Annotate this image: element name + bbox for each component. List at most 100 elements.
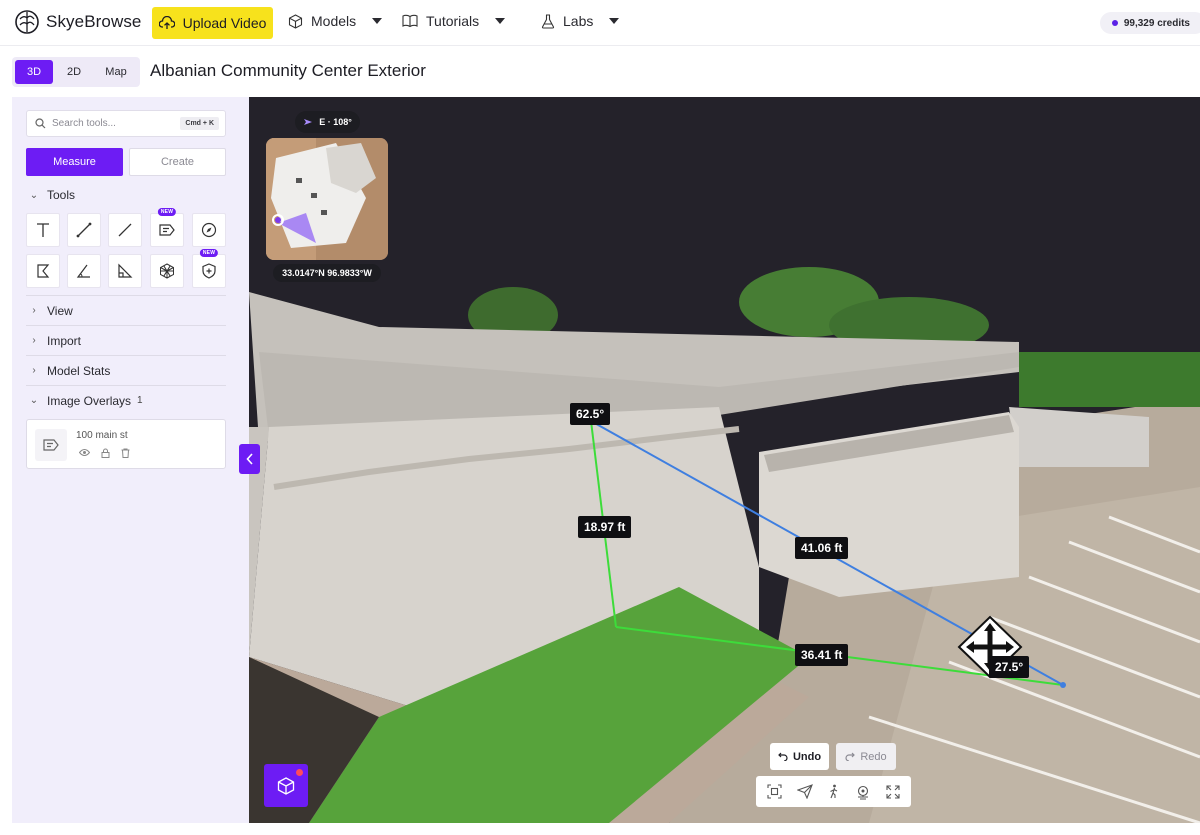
walk-mode-icon[interactable] xyxy=(828,784,840,799)
angle-icon xyxy=(76,264,90,278)
undo-label: Undo xyxy=(792,750,822,763)
chevron-left-icon xyxy=(245,453,253,465)
section-image-overlays-label: Image Overlays xyxy=(47,393,132,408)
search-placeholder: Search tools... xyxy=(52,118,116,129)
minimap[interactable] xyxy=(266,138,388,260)
annotation-icon xyxy=(159,224,175,236)
chevron-right-icon: › xyxy=(32,365,36,376)
credits-badge[interactable]: 99,329 credits xyxy=(1099,12,1200,34)
page-title: Albanian Community Center Exterior xyxy=(150,61,426,80)
search-icon xyxy=(35,118,46,129)
redo-button[interactable]: Redo xyxy=(836,743,896,770)
secure-tool[interactable]: NEW xyxy=(192,249,226,288)
new-badge: NEW xyxy=(199,249,219,257)
flask-icon xyxy=(541,13,555,29)
view-mode-map[interactable]: Map xyxy=(95,60,137,84)
nav-labs[interactable]: Labs xyxy=(541,13,620,29)
compass-icon xyxy=(201,222,217,238)
search-tools-input[interactable]: Search tools... Cmd + K xyxy=(26,110,226,137)
annotation-icon xyxy=(43,439,59,451)
nav-models[interactable]: Models xyxy=(288,13,383,29)
new-badge: NEW xyxy=(157,208,177,216)
undo-button[interactable]: Undo xyxy=(770,743,829,770)
chevron-down-icon xyxy=(609,18,620,24)
section-import[interactable]: › Import xyxy=(26,325,226,355)
ground-distance-label[interactable]: 36.41 ft xyxy=(795,644,849,666)
line-icon xyxy=(118,223,132,237)
line-measure-icon xyxy=(76,222,92,238)
lock-icon[interactable] xyxy=(101,448,110,458)
brain-logo-icon xyxy=(15,10,39,34)
section-model-stats-label: Model Stats xyxy=(47,363,111,378)
text-tool[interactable] xyxy=(26,213,60,247)
compass-heading-text: E · 108° xyxy=(319,117,352,127)
area-polygon-icon xyxy=(37,264,50,278)
model-view-button[interactable] xyxy=(264,764,308,807)
upload-video-label: Upload Video xyxy=(182,15,267,31)
collapse-sidebar-button[interactable] xyxy=(239,444,260,474)
angle-label-top[interactable]: 62.5° xyxy=(570,403,611,425)
triangle-ruler-icon xyxy=(118,263,133,278)
point-cloud-scene xyxy=(249,97,1200,823)
keyboard-shortcut: Cmd + K xyxy=(180,117,219,130)
chevron-down-icon xyxy=(372,18,383,24)
chevron-down-icon xyxy=(495,18,506,24)
book-icon xyxy=(402,14,418,28)
cloud-upload-icon xyxy=(158,16,175,29)
tab-create[interactable]: Create xyxy=(129,148,226,176)
undo-icon xyxy=(778,752,788,761)
chevron-right-icon: › xyxy=(32,305,36,316)
credits-dot-icon xyxy=(1111,20,1118,26)
section-tools[interactable]: ⌄ Tools xyxy=(26,180,226,210)
cube-icon xyxy=(288,13,303,29)
height-tool[interactable] xyxy=(108,254,142,288)
section-tools-label: Tools xyxy=(47,188,76,202)
trash-icon[interactable] xyxy=(121,448,130,458)
compass-heading: E · 108° xyxy=(295,111,360,133)
tools-sidebar: Search tools... Cmd + K Measure Create ⌄… xyxy=(12,97,249,823)
section-image-overlays[interactable]: ⌄ Image Overlays 1 xyxy=(26,385,226,415)
view-mode-3d[interactable]: 3D xyxy=(15,60,53,84)
fullscreen-icon[interactable] xyxy=(886,784,900,799)
section-view[interactable]: › View xyxy=(26,295,226,325)
text-icon xyxy=(37,223,49,237)
image-overlays-count: 1 xyxy=(137,395,143,406)
image-overlay-item[interactable]: 100 main st xyxy=(26,419,226,469)
overlay-name: 100 main st xyxy=(76,430,128,441)
angle-tool[interactable] xyxy=(67,254,101,288)
nav-tutorials-label: Tutorials xyxy=(426,13,480,29)
area-tool[interactable] xyxy=(26,254,60,288)
tab-measure[interactable]: Measure xyxy=(26,148,123,176)
distance-tool[interactable] xyxy=(67,213,101,247)
orbit-mode-icon[interactable] xyxy=(855,784,871,800)
diagonal-distance-label[interactable]: 41.06 ft xyxy=(795,537,849,559)
brand-logo[interactable]: SkyeBrowse xyxy=(14,9,141,35)
redo-icon xyxy=(845,752,856,761)
line-tool[interactable] xyxy=(108,213,142,247)
minimap-satellite-image xyxy=(266,138,388,260)
angle-label-bottom[interactable]: 27.5° xyxy=(989,656,1030,678)
view-mode-2d[interactable]: 2D xyxy=(53,60,95,84)
focus-frame-icon[interactable] xyxy=(767,784,782,799)
model-viewport[interactable]: E · 108° 33.0147°N 96.9833°W 62.5° 18.97… xyxy=(249,97,1200,823)
upload-video-button[interactable]: Upload Video xyxy=(152,7,273,39)
shield-plus-icon xyxy=(202,263,216,279)
view-controls-toolbar xyxy=(756,776,911,807)
section-model-stats[interactable]: › Model Stats xyxy=(26,355,226,385)
overlay-actions xyxy=(79,448,130,458)
vertical-distance-label[interactable]: 18.97 ft xyxy=(578,516,632,538)
nav-labs-label: Labs xyxy=(563,13,594,29)
annotation-tool[interactable]: NEW xyxy=(150,208,184,247)
heading-arrow-icon xyxy=(304,119,313,125)
compass-tool[interactable] xyxy=(192,213,226,247)
chevron-right-icon: › xyxy=(32,335,36,346)
volume-tool[interactable] xyxy=(150,254,184,288)
redo-label: Redo xyxy=(860,750,887,763)
volume-mesh-icon xyxy=(160,263,174,279)
credits-value: 99,329 credits xyxy=(1123,17,1190,29)
fly-mode-icon[interactable] xyxy=(797,784,814,799)
nav-tutorials[interactable]: Tutorials xyxy=(402,13,506,29)
chevron-down-icon: ⌄ xyxy=(29,189,39,201)
overlay-thumbnail xyxy=(35,429,67,461)
eye-icon[interactable] xyxy=(79,448,90,458)
